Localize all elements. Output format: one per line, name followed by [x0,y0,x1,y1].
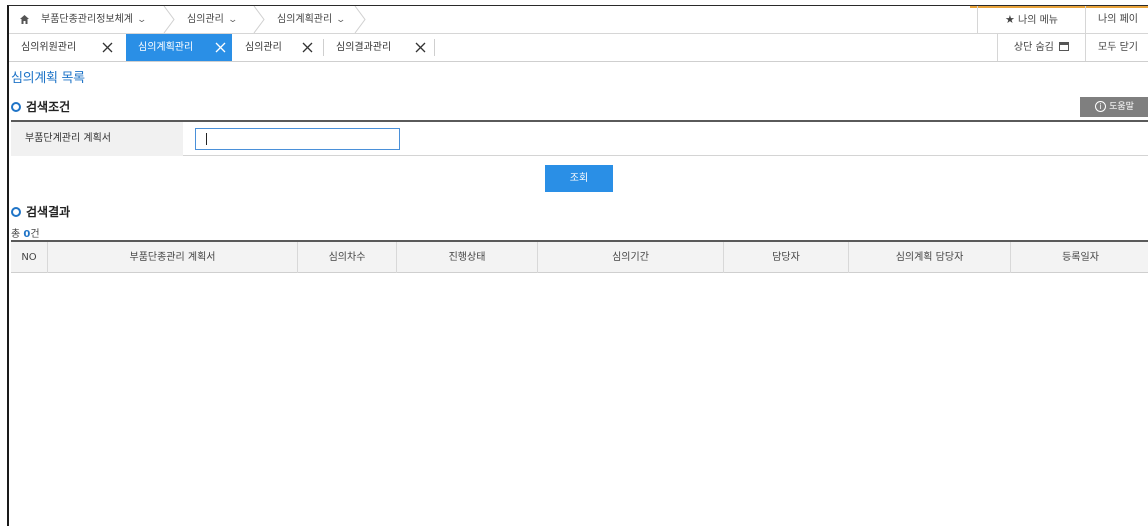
column-header-manager[interactable]: 담당자 [724,242,849,273]
tab-label: 심의위원관리 [21,42,77,53]
column-header-period[interactable]: 심의기간 [538,242,724,273]
breadcrumb-separator [162,6,176,33]
chevron-down-icon: ⌄ [136,15,148,25]
close-all-label: 모두 닫기 [1098,42,1138,53]
column-header-reg-date[interactable]: 등록일자 [1011,242,1148,273]
tab-bar: 심의위원관리 심의계획관리 심의관리 심의결과관리 상단 숨김 모두 닫기 [9,34,1148,62]
hide-top-label: 상단 숨김 [1013,42,1054,53]
search-section-label: 검색조건 [26,100,71,114]
column-header-round[interactable]: 심의차수 [298,242,397,273]
tab-review-plan[interactable]: 심의계획관리 [126,34,232,61]
my-menu-button[interactable]: ★ 나의 메뉴 [977,6,1085,33]
star-icon: ★ [1004,13,1015,26]
help-button[interactable]: i 도움말 [1080,97,1148,117]
help-label: 도움말 [1109,102,1134,112]
query-button[interactable]: 조회 [545,165,613,192]
breadcrumb-separator [252,6,266,33]
column-header-no[interactable]: NO [11,242,48,273]
tab-divider [434,39,435,56]
tab-review-management[interactable]: 심의관리 [233,34,319,61]
collapse-icon [1059,42,1070,51]
close-icon[interactable] [214,34,228,61]
breadcrumb-item-label: 부품단종관리정보체계 [41,14,133,25]
breadcrumb-item-review[interactable]: 심의관리 ⌄ [187,6,238,33]
grid-header: NO 부품단종관리 계획서 심의차수 진행상태 심의기간 담당자 심의계획 담당… [11,242,1148,273]
page-title: 심의계획 목록 [11,71,85,86]
chevron-down-icon: ⌄ [335,15,347,25]
app-frame: 부품단종관리정보체계 ⌄ 심의관리 ⌄ 심의계획관리 ⌄ ★ 나의 메뉴 나의 페이 … [7,5,1148,526]
count-prefix: 총 [11,229,24,240]
column-header-plan[interactable]: 부품단종관리 계획서 [48,242,298,273]
close-all-button[interactable]: 모두 닫기 [1085,34,1148,61]
close-icon[interactable] [414,34,428,61]
breadcrumb: 부품단종관리정보체계 ⌄ 심의관리 ⌄ 심의계획관리 ⌄ ★ 나의 메뉴 나의 페이 [9,6,1148,34]
hide-top-button[interactable]: 상단 숨김 [997,34,1085,61]
home-icon[interactable] [19,14,30,25]
search-form: 부품단계관리 계획서 [11,120,1148,156]
results-section-label: 검색결과 [26,205,71,219]
text-caret [206,133,207,145]
tab-label: 심의계획관리 [138,42,194,53]
breadcrumb-item-label: 심의계획관리 [277,14,333,25]
breadcrumb-separator [353,6,367,33]
close-icon[interactable] [301,34,315,61]
tab-label: 심의관리 [245,42,282,53]
my-page-label: 나의 페이 [1098,14,1138,25]
section-bullet-icon [11,207,21,217]
column-header-status[interactable]: 진행상태 [397,242,538,273]
breadcrumb-item-label: 심의관리 [187,14,224,25]
results-grid: NO 부품단종관리 계획서 심의차수 진행상태 심의기간 담당자 심의계획 담당… [11,240,1148,526]
my-page-button[interactable]: 나의 페이 [1085,6,1148,33]
my-menu-label: 나의 메뉴 [1018,15,1059,26]
count-suffix: 건 [30,229,40,240]
chevron-down-icon: ⌄ [227,15,238,25]
plan-field-label: 부품단계관리 계획서 [11,122,183,156]
breadcrumb-item-plan[interactable]: 심의계획관리 ⌄ [277,6,347,33]
info-icon: i [1095,101,1107,112]
tab-review-result[interactable]: 심의결과관리 [324,34,434,61]
column-header-plan-manager[interactable]: 심의계획 담당자 [849,242,1011,273]
close-icon[interactable] [101,34,115,61]
results-section-title: 검색결과 [11,203,70,220]
section-bullet-icon [11,102,21,112]
result-count: 총 0건 [11,225,40,240]
search-section-title: 검색조건 [11,98,70,115]
tab-review-committee[interactable]: 심의위원관리 [9,34,121,61]
plan-search-input[interactable] [195,128,400,150]
tab-label: 심의결과관리 [336,42,392,53]
breadcrumb-item-system[interactable]: 부품단종관리정보체계 ⌄ [41,6,148,33]
